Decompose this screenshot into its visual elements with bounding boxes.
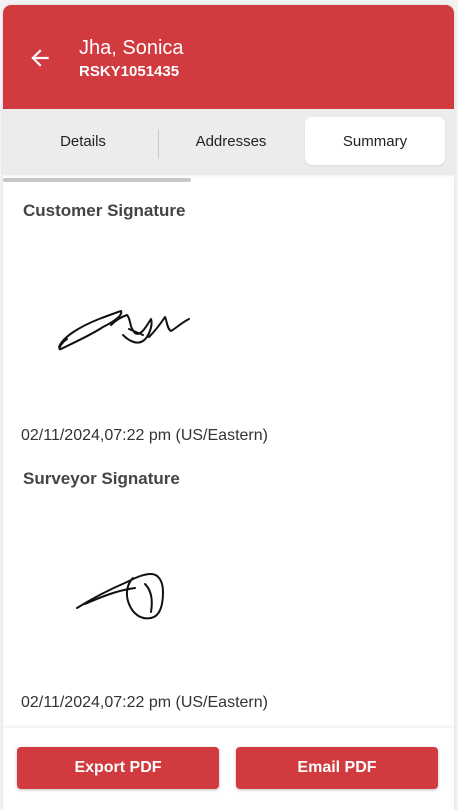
customer-signature-heading: Customer Signature: [23, 201, 186, 220]
surveyor-signature-image: [76, 573, 164, 620]
surveyor-signature-heading: Surveyor Signature: [23, 469, 180, 488]
arrow-left-icon: [31, 49, 49, 67]
tab-summary[interactable]: Summary: [305, 117, 445, 165]
summary-card: Jha, Sonica RSKY1051435 Details Addresse…: [3, 5, 454, 810]
customer-signature-timestamp: 02/11/2024,07:22 pm (US/Eastern): [21, 427, 268, 444]
page-title: Jha, Sonica: [79, 37, 184, 59]
record-id: RSKY1051435: [79, 63, 180, 80]
header-bar: Jha, Sonica RSKY1051435: [3, 5, 454, 109]
tab-bar: Details Addresses Summary: [3, 109, 454, 173]
scroll-indicator[interactable]: [3, 178, 191, 182]
customer-signature-image: [58, 310, 190, 351]
surveyor-signature-timestamp: 02/11/2024,07:22 pm (US/Eastern): [21, 694, 268, 711]
tab-details[interactable]: Details: [9, 117, 157, 165]
back-button[interactable]: [23, 41, 57, 75]
tab-addresses[interactable]: Addresses: [159, 117, 303, 165]
email-pdf-button[interactable]: Email PDF: [236, 747, 438, 789]
footer-actions: Export PDF Email PDF: [3, 728, 454, 810]
app-screen: Jha, Sonica RSKY1051435 Details Addresse…: [0, 0, 458, 810]
export-pdf-button[interactable]: Export PDF: [17, 747, 219, 789]
